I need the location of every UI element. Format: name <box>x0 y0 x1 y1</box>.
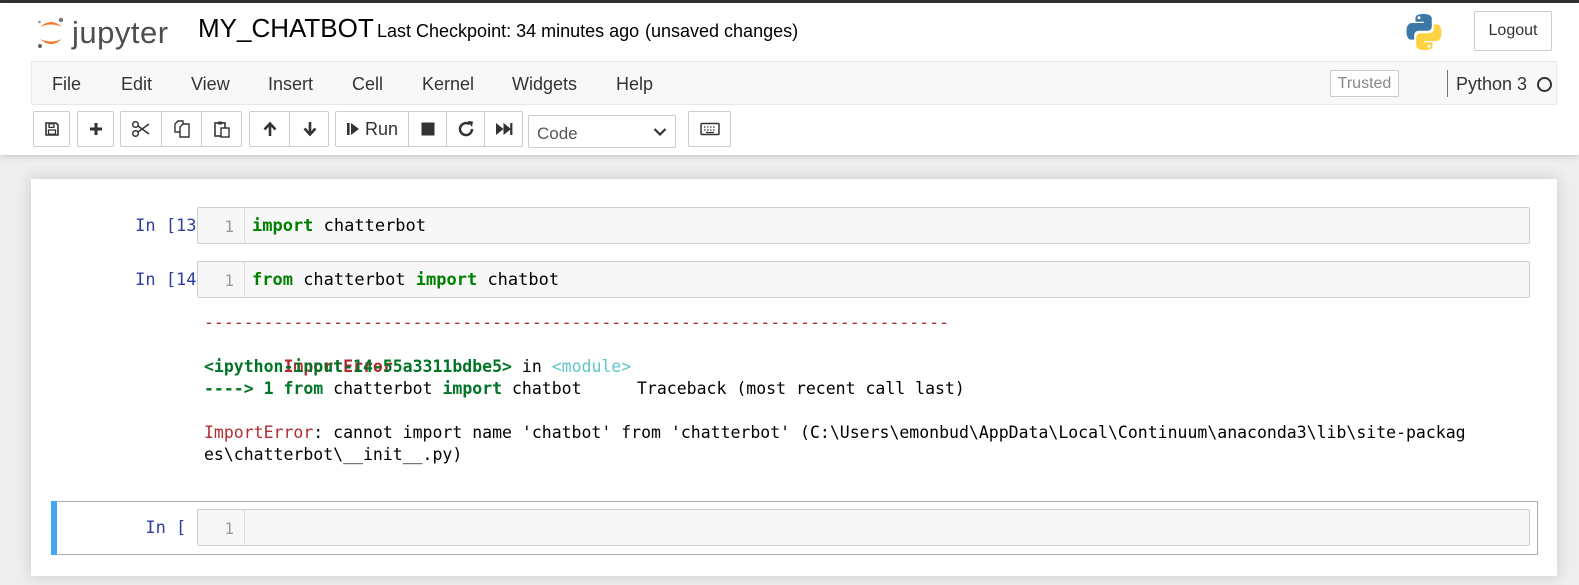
input-reference: <ipython-input-14-55a3311bdbe5> <box>204 357 512 376</box>
line-gutter: 1 <box>198 262 245 297</box>
fast-forward-icon <box>496 123 513 135</box>
save-group <box>33 111 70 147</box>
code-line: from chatterbot import chatbot <box>252 270 559 290</box>
keyboard-group <box>688 111 731 147</box>
cut-icon <box>131 120 150 138</box>
line-number: 1 <box>224 519 234 538</box>
interrupt-button[interactable] <box>408 112 447 146</box>
move-up-button[interactable] <box>250 112 289 146</box>
save-icon <box>44 122 59 136</box>
python-logo-icon <box>1406 14 1442 50</box>
line-number: 1 <box>224 271 234 290</box>
jupyter-logo-text: jupyter <box>72 15 169 50</box>
jupyter-logo-icon <box>38 17 64 48</box>
notebook-title[interactable]: MY_CHATBOT <box>198 13 374 44</box>
command-palette-button[interactable] <box>689 112 730 146</box>
copy-button[interactable] <box>161 112 202 146</box>
error-label: ImportError <box>204 423 314 442</box>
save-button[interactable] <box>34 112 69 146</box>
paste-button[interactable] <box>201 112 242 146</box>
arrow-down-icon <box>303 122 316 137</box>
kernel-name: Python 3 <box>1456 74 1528 94</box>
copy-icon <box>174 120 190 138</box>
arrow-up-icon <box>263 121 276 136</box>
keyword-token: import <box>442 379 503 398</box>
menu-kernel[interactable]: Kernel <box>422 74 474 95</box>
run-label: Run <box>364 118 399 139</box>
notebook-header: jupyter MY_CHATBOT Last Checkpoint: 34 m… <box>0 3 1579 155</box>
arrow-prefix: ----> 1 <box>204 379 284 398</box>
keyword-token: import <box>252 216 314 236</box>
menu-widgets[interactable]: Widgets <box>512 74 577 95</box>
keyword-token: from <box>283 379 324 398</box>
restart-icon <box>458 121 474 137</box>
keyword-token: import <box>415 270 478 290</box>
code-editor[interactable]: 1 <box>197 509 1530 546</box>
cut-button[interactable] <box>121 112 161 146</box>
menu-view[interactable]: View <box>191 74 230 95</box>
cell-type-value: Code <box>537 124 578 143</box>
move-group <box>249 111 329 147</box>
code-token: chatbot <box>502 379 582 398</box>
paste-icon <box>214 121 230 138</box>
error-message-line: ImportError: cannot import name 'chatbot… <box>204 422 1524 444</box>
insert-group <box>77 111 114 147</box>
selected-cell-indicator <box>51 501 57 555</box>
menu-edit[interactable]: Edit <box>121 74 152 95</box>
cell-output-error: ----------------------------------------… <box>204 312 1524 466</box>
logout-button[interactable]: Logout <box>1474 11 1552 51</box>
menu-help[interactable]: Help <box>616 74 653 95</box>
line-gutter: 1 <box>198 510 245 545</box>
line-gutter: 1 <box>198 208 245 243</box>
plus-icon <box>89 123 102 135</box>
error-message-line: es\chatterbot\__init__.py) <box>204 445 463 464</box>
restart-button[interactable] <box>446 112 485 146</box>
chevron-down-icon <box>653 128 667 137</box>
insert-cell-button[interactable] <box>78 112 113 146</box>
traceback-location-line: <ipython-input-14-55a3311bdbe5> in <modu… <box>204 356 1524 378</box>
step-forward-icon <box>346 123 359 135</box>
move-down-button[interactable] <box>289 112 329 146</box>
traceback-separator: ----------------------------------------… <box>204 313 950 332</box>
clipboard-group <box>120 111 242 147</box>
line-number: 1 <box>224 217 234 236</box>
code-token: chatterbot <box>292 270 416 290</box>
traceback-header-line: ImportError Traceback (most recent call … <box>204 334 1524 398</box>
autosave-status: (unsaved changes) <box>645 21 799 41</box>
run-button[interactable]: Run <box>336 112 408 146</box>
checkpoint-status: Last Checkpoint: 34 minutes ago <box>377 21 640 41</box>
traceback-code-line: ----> 1 from chatterbot import chatbot <box>204 378 1524 400</box>
code-line: import chatterbot <box>252 216 426 236</box>
keyword-token: from <box>252 270 293 290</box>
error-message: : cannot import name 'chatbot' from 'cha… <box>313 423 1466 442</box>
kernel-separator <box>1447 70 1448 97</box>
code-token: chatterbot <box>323 379 443 398</box>
run-group: Run <box>335 111 523 147</box>
cell-type-select[interactable]: Code <box>528 115 676 148</box>
menu-cell[interactable]: Cell <box>352 74 383 95</box>
code-editor[interactable]: 1 from chatterbot import chatbot <box>197 261 1530 298</box>
jupyter-logo[interactable]: jupyter <box>36 13 169 53</box>
stop-icon <box>421 122 435 136</box>
menu-file[interactable]: File <box>52 74 81 95</box>
notebook-container: In [13]: 1 import chatterbot In [14]: 1 … <box>31 179 1557 576</box>
in-word: in <box>511 357 552 376</box>
code-token: chatbot <box>477 270 560 290</box>
keyboard-icon <box>699 122 720 136</box>
kernel-idle-indicator <box>1537 77 1552 92</box>
restart-run-all-button[interactable] <box>484 112 523 146</box>
module-reference: <module> <box>551 357 632 376</box>
trusted-indicator[interactable]: Trusted <box>1330 70 1399 97</box>
code-token: chatterbot <box>313 216 427 236</box>
menu-insert[interactable]: Insert <box>268 74 313 95</box>
menubar: File Edit View Insert Cell Kernel Widget… <box>31 61 1557 105</box>
code-editor[interactable]: 1 import chatterbot <box>197 207 1530 244</box>
